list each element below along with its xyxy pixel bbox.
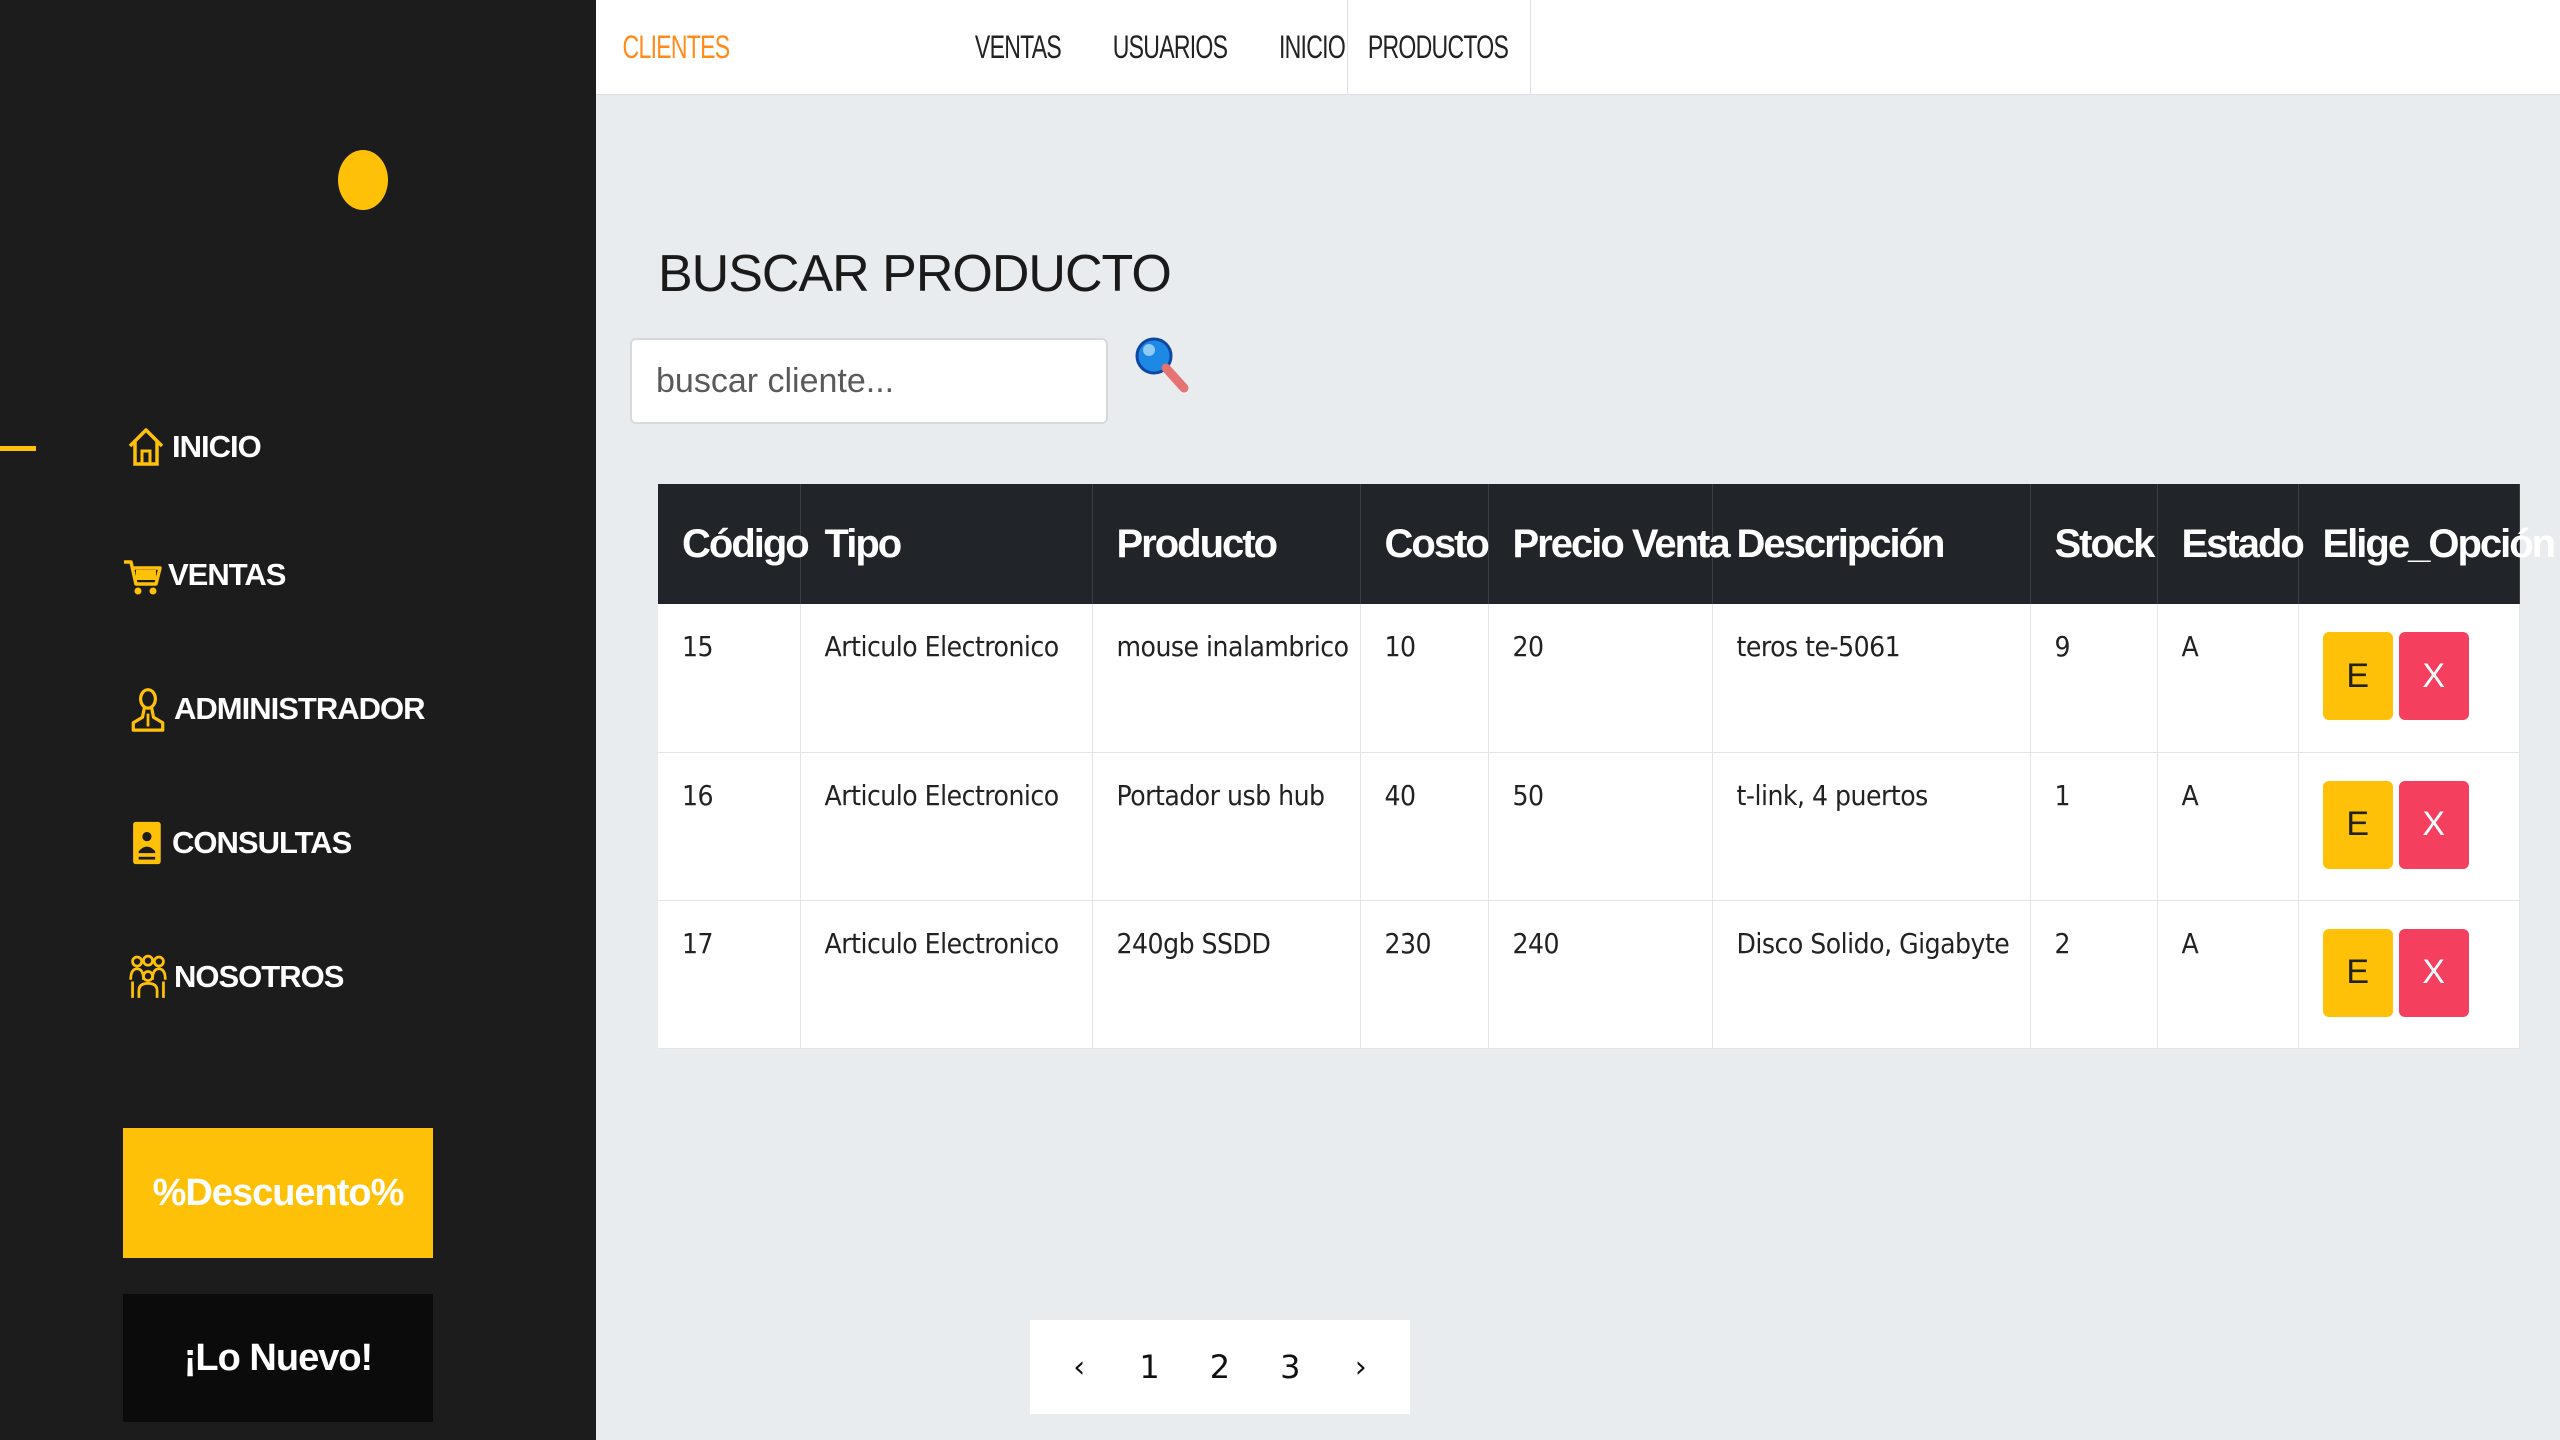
cell-precio: 50 (1488, 752, 1713, 901)
cell-tipo: Articulo Electronico (800, 604, 1093, 753)
cell-tipo: Articulo Electronico (800, 752, 1093, 901)
cell-costo: 40 (1360, 752, 1489, 901)
discount-button[interactable]: %Descuento% (123, 1128, 433, 1258)
table-row: 15 Articulo Electronico mouse inalambric… (658, 604, 2520, 753)
sidebar-item-label: ADMINISTRADOR (174, 691, 425, 726)
admin-user-icon (126, 684, 170, 734)
cell-estado: A (2157, 752, 2299, 901)
active-indicator (0, 446, 36, 451)
pagination-prev[interactable]: ‹ (1054, 1350, 1104, 1385)
cell-precio: 20 (1488, 604, 1713, 753)
search-icon[interactable] (1132, 334, 1190, 396)
cell-descripcion: Disco Solido, Gigabyte (1712, 900, 2031, 1049)
cell-descripcion: teros te-5061 (1712, 604, 2031, 753)
table-row: 17 Articulo Electronico 240gb SSDD 230 2… (658, 900, 2520, 1049)
cell-options: EX (2298, 752, 2520, 901)
column-header-descripcion: Descripción (1712, 484, 2031, 604)
cell-producto: mouse inalambrico (1092, 604, 1361, 753)
sidebar-item-consultas[interactable]: CONSULTAS (124, 818, 352, 868)
cart-icon (120, 550, 164, 600)
sidebar-item-label: VENTAS (168, 557, 286, 592)
column-header-producto: Producto (1092, 484, 1361, 604)
id-badge-icon (124, 818, 168, 868)
logo (338, 150, 388, 210)
column-header-codigo: Código (658, 484, 810, 604)
cell-codigo: 15 (658, 604, 801, 753)
tab-usuarios[interactable]: USUARIOS (1112, 0, 1228, 94)
edit-button[interactable]: E (2322, 632, 2393, 720)
pagination-page-3[interactable]: 3 (1265, 1348, 1315, 1386)
column-header-elige-opcion: Elige_Opción (2298, 484, 2556, 604)
cell-options: EX (2298, 604, 2520, 753)
tab-productos[interactable]: PRODUCTOS (1368, 0, 1509, 94)
cell-stock: 2 (2030, 900, 2158, 1049)
cell-estado: A (2157, 900, 2299, 1049)
top-navigation: CLIENTES PRODUCTOS VENTAS USUARIOS INICI… (596, 0, 2560, 95)
sidebar-item-label: CONSULTAS (172, 825, 352, 860)
cell-codigo: 17 (658, 900, 801, 1049)
delete-button[interactable]: X (2398, 632, 2469, 720)
sidebar-item-inicio[interactable]: INICIO (124, 422, 262, 472)
cell-options: EX (2298, 900, 2520, 1049)
column-header-estado: Estado (2157, 484, 2305, 604)
cell-codigo: 16 (658, 752, 801, 901)
edit-button[interactable]: E (2322, 928, 2393, 1017)
products-table: Código Tipo Producto Costo Precio Venta … (658, 484, 2556, 1049)
tab-inicio[interactable]: INICIO (1269, 0, 1355, 94)
column-header-tipo: Tipo (800, 484, 1093, 604)
edit-button[interactable]: E (2322, 780, 2393, 869)
column-header-stock: Stock (2030, 484, 2158, 604)
tab-clientes[interactable]: CLIENTES (623, 0, 731, 94)
sidebar: INICIO VENTAS ADMINISTRADOR CONSULTAS NO… (0, 0, 596, 1440)
pagination-next[interactable]: › (1336, 1350, 1386, 1385)
sidebar-item-label: NOSOTROS (174, 959, 344, 994)
cell-estado: A (2157, 604, 2299, 753)
page-title: BUSCAR PRODUCTO (658, 245, 1172, 303)
cell-precio: 240 (1488, 900, 1713, 1049)
sidebar-item-nosotros[interactable]: NOSOTROS (126, 952, 344, 1002)
cell-producto: 240gb SSDD (1092, 900, 1361, 1049)
team-icon (126, 952, 170, 1002)
delete-button[interactable]: X (2398, 780, 2469, 869)
delete-button[interactable]: X (2398, 928, 2469, 1017)
tab-ventas[interactable]: VENTAS (968, 0, 1069, 94)
sidebar-item-label: INICIO (172, 429, 262, 464)
pagination: ‹ 1 2 3 › (1030, 1320, 1410, 1414)
cell-costo: 10 (1360, 604, 1489, 753)
table-header-row: Código Tipo Producto Costo Precio Venta … (658, 484, 2556, 604)
new-products-button[interactable]: ¡Lo Nuevo! (123, 1294, 433, 1422)
column-header-precio-venta: Precio Venta (1488, 484, 1731, 604)
cell-costo: 230 (1360, 900, 1489, 1049)
pagination-page-1[interactable]: 1 (1125, 1348, 1175, 1386)
search-input[interactable] (630, 338, 1108, 424)
column-header-costo: Costo (1360, 484, 1490, 604)
cell-stock: 1 (2030, 752, 2158, 901)
home-icon (124, 422, 168, 472)
sidebar-item-ventas[interactable]: VENTAS (120, 550, 286, 600)
cell-tipo: Articulo Electronico (800, 900, 1093, 1049)
pagination-page-2[interactable]: 2 (1195, 1348, 1245, 1386)
sidebar-item-administrador[interactable]: ADMINISTRADOR (126, 684, 425, 734)
cell-producto: Portador usb hub (1092, 752, 1361, 901)
table-row: 16 Articulo Electronico Portador usb hub… (658, 752, 2520, 901)
cell-stock: 9 (2030, 604, 2158, 753)
cell-descripcion: t-link, 4 puertos (1712, 752, 2031, 901)
